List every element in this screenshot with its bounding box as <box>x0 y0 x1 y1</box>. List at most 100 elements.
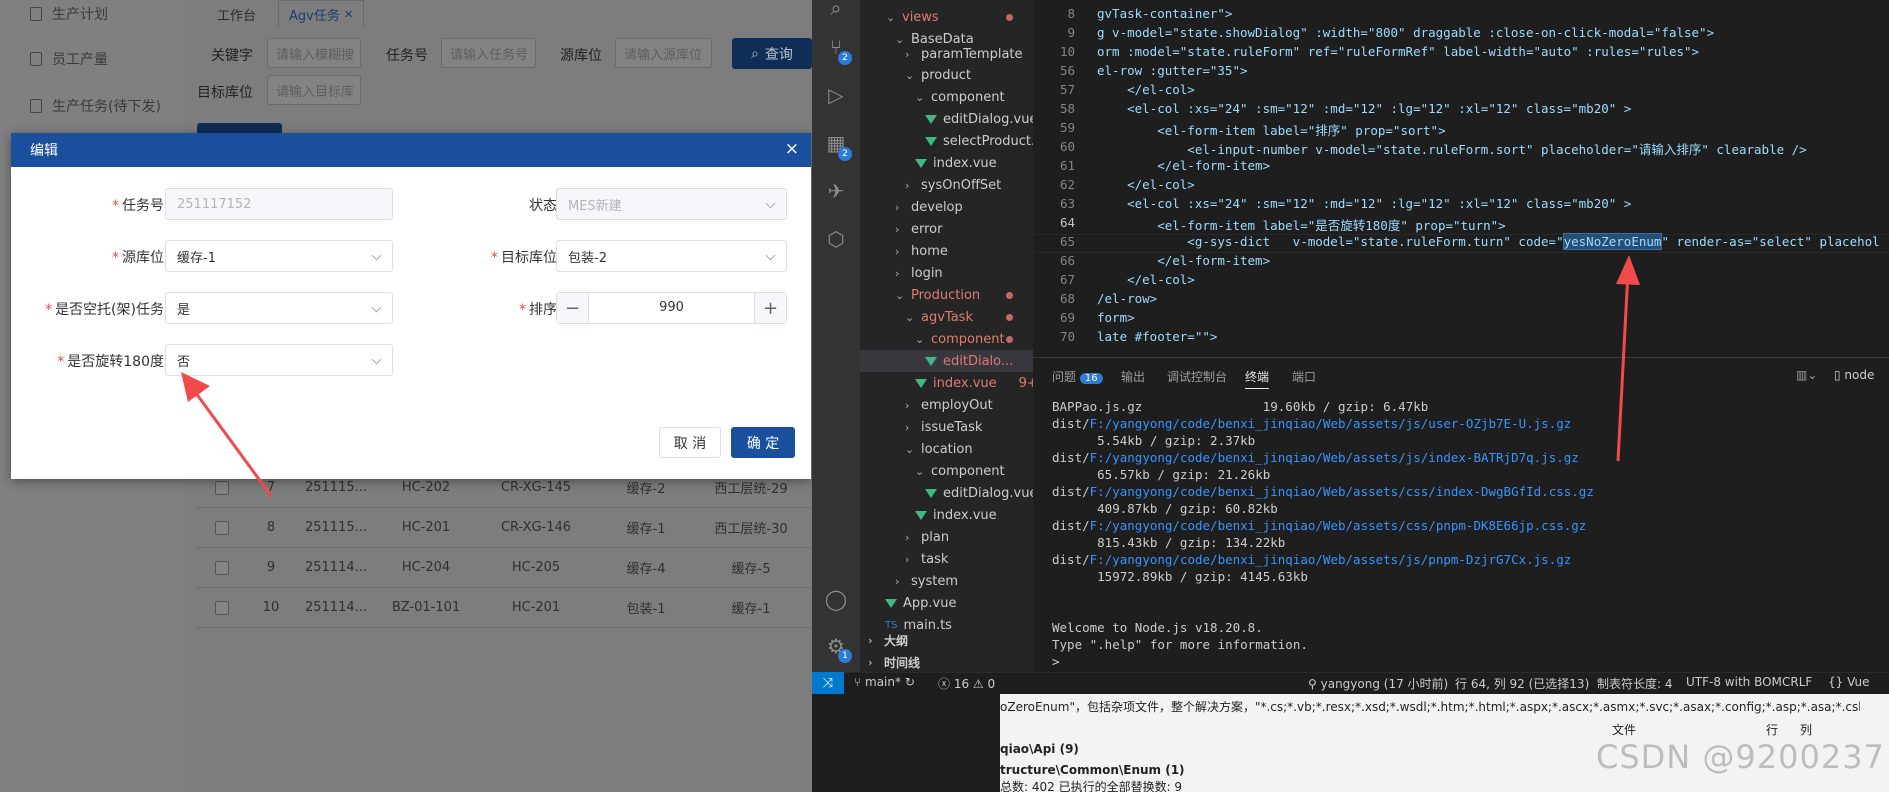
language-mode[interactable]: {} Vue <box>1828 675 1869 689</box>
dialog-header[interactable]: 编辑 × <box>11 133 811 167</box>
sidebar-item-employee-output[interactable]: 员工产量 <box>30 49 108 69</box>
sort-stepper[interactable]: − 990 + <box>556 292 787 324</box>
tree-file-app[interactable]: App.vue <box>885 596 956 611</box>
git-blame[interactable]: ⚲ yangyong (17 小时前) <box>1308 675 1448 692</box>
table-row[interactable]: 8 251115... HC-201 CR-XG-146 缓存-1 西工层统-3… <box>196 508 812 548</box>
column-col[interactable]: 列 <box>1800 721 1812 738</box>
decrement-button[interactable]: − <box>557 293 589 323</box>
status-select[interactable]: MES新建 <box>556 188 787 220</box>
tree-folder-location[interactable]: ⌄ location <box>905 442 973 457</box>
result-group[interactable]: qiao\Api (9) <box>1000 742 1079 756</box>
tree-folder-views[interactable]: ⌄ views <box>886 10 939 25</box>
tree-folder-employout[interactable]: › employOut <box>905 398 993 413</box>
terminal-file-link[interactable]: F:/yangyong/code/benxi_jinqiao/Web/asset… <box>1090 518 1587 533</box>
tree-file-editdialog[interactable]: editDialog.vue <box>925 112 1037 127</box>
code-line[interactable]: el-row :gutter="35"> <box>1097 63 1248 78</box>
timeline-section[interactable]: › 时间线 <box>868 654 920 671</box>
terminal-file-link[interactable]: F:/yangyong/code/benxi_jinqiao/Web/asset… <box>1090 416 1572 431</box>
row-checkbox[interactable] <box>215 601 229 615</box>
code-line[interactable]: </el-form-item> <box>1097 158 1270 173</box>
result-group[interactable]: tructure\Common\Enum (1) <box>1000 763 1185 777</box>
close-icon[interactable]: × <box>785 141 799 158</box>
empty-task-select[interactable]: 是 <box>165 292 393 324</box>
row-checkbox[interactable] <box>215 521 229 535</box>
code-line[interactable]: form> <box>1097 310 1135 325</box>
tree-folder-task[interactable]: › task <box>905 552 948 567</box>
column-line[interactable]: 行 <box>1766 721 1778 738</box>
code-line[interactable]: <el-input-number v-model="state.ruleForm… <box>1097 139 1806 158</box>
tree-file-location-index[interactable]: index.vue <box>915 508 997 523</box>
tree-folder-home[interactable]: › home <box>895 244 948 259</box>
search-icon[interactable]: ⌕ <box>824 0 848 20</box>
tab-output[interactable]: 输出 <box>1121 368 1145 385</box>
tree-folder-login[interactable]: › login <box>895 266 943 281</box>
code-line[interactable]: /el-row> <box>1097 291 1157 306</box>
code-line[interactable]: gvTask-container"> <box>1097 6 1232 21</box>
tree-file-selectproduct[interactable]: selectProduct.... <box>925 134 1048 149</box>
sort-value[interactable]: 990 <box>589 293 754 323</box>
confirm-button[interactable]: 确 定 <box>731 427 795 458</box>
close-icon[interactable]: ✕ <box>344 8 353 21</box>
tab-agv-task[interactable]: Agv任务 ✕ <box>278 0 365 28</box>
tree-folder-error[interactable]: › error <box>895 222 942 237</box>
code-line[interactable]: <el-form-item label="是否旋转180度" prop="tur… <box>1097 215 1505 234</box>
problems-indicator[interactable]: ⓧ 16 ⚠ 0 <box>938 675 995 692</box>
tree-file-location-editdialog[interactable]: editDialog.vue <box>925 486 1037 501</box>
sidebar-item-production-plan[interactable]: 生产计划 <box>30 4 108 24</box>
tab-workbench[interactable]: 工作台 <box>207 0 266 28</box>
code-line[interactable]: g v-model="state.showDialog" :width="800… <box>1097 25 1714 40</box>
task-no-input[interactable]: 请输入任务号 <box>441 38 536 68</box>
remote-icon[interactable]: ✈ <box>824 179 848 203</box>
cancel-button[interactable]: 取 消 <box>659 427 721 458</box>
table-row[interactable]: 10 251114... BZ-01-101 HC-201 包装-1 缓存-1 <box>196 588 812 628</box>
source-input[interactable]: 请输入源库位 <box>615 38 712 68</box>
keyword-input[interactable]: 请输入模糊搜 <box>267 38 361 68</box>
tree-folder-issuetask[interactable]: › issueTask <box>905 420 982 435</box>
tree-file-agv-editdialog[interactable]: editDialo...4 <box>925 354 1042 369</box>
account-icon[interactable]: ◯ <box>824 587 848 611</box>
tree-folder-sysonoffset[interactable]: › sysOnOffSet <box>905 178 1001 193</box>
terminal-file-link[interactable]: F:/yangyong/code/benxi_jinqiao/Web/asset… <box>1090 552 1572 567</box>
code-line[interactable]: </el-col> <box>1097 272 1195 287</box>
encoding-setting[interactable]: UTF-8 with BOM <box>1686 675 1782 689</box>
turn-select[interactable]: 否 <box>165 344 393 376</box>
tree-folder-system[interactable]: › system <box>895 574 958 589</box>
tree-folder-paramtemplate[interactable]: › paramTemplate <box>905 47 1023 62</box>
table-row[interactable]: 9 251114... HC-204 HC-205 缓存-4 缓存-5 <box>196 548 812 588</box>
branch-indicator[interactable]: ⑂ main* ↻ <box>854 675 915 689</box>
tree-folder-basedata[interactable]: ⌄ BaseData <box>895 32 974 47</box>
split-layout-icon[interactable]: ▥⌄ <box>1796 368 1817 382</box>
code-line[interactable]: <el-col :xs="24" :sm="12" :md="12" :lg="… <box>1097 101 1631 116</box>
tree-folder-product[interactable]: ⌄ product <box>905 68 971 83</box>
tree-file-index[interactable]: index.vue <box>915 156 997 171</box>
target-select[interactable]: 包装-2 <box>556 240 787 272</box>
row-checkbox[interactable] <box>215 481 229 495</box>
tree-folder-develop[interactable]: › develop <box>895 200 963 215</box>
terminal-node-label[interactable]: ▯ node <box>1834 368 1874 382</box>
cursor-position[interactable]: 行 64, 列 92 (已选择13) <box>1455 675 1589 692</box>
tab-problems[interactable]: 问题 16 <box>1052 368 1103 385</box>
tree-folder-agv-component[interactable]: ⌄ component <box>915 332 1005 347</box>
code-line[interactable]: <el-form-item label="排序" prop="sort"> <box>1097 120 1445 139</box>
row-checkbox[interactable] <box>215 561 229 575</box>
sidebar-item-production-task[interactable]: 生产任务(待下发) <box>30 96 161 116</box>
code-line[interactable]: late #footer=""> <box>1097 329 1217 344</box>
tree-folder-location-component[interactable]: ⌄ component <box>915 464 1005 479</box>
code-line[interactable]: <g-sys-dict v-model="state.ruleForm.turn… <box>1097 233 1880 250</box>
code-line[interactable]: <el-col :xs="24" :sm="12" :md="12" :lg="… <box>1097 196 1631 211</box>
outline-section[interactable]: › 大纲 <box>868 632 908 649</box>
tree-folder-component[interactable]: ⌄ component <box>915 90 1005 105</box>
search-button[interactable]: ⌕ 查询 <box>732 38 812 69</box>
column-file[interactable]: 文件 <box>1612 721 1636 738</box>
code-line[interactable]: </el-form-item> <box>1097 253 1270 268</box>
remote-indicator-icon[interactable]: ⤨ <box>812 672 844 694</box>
code-line[interactable]: </el-col> <box>1097 82 1195 97</box>
tree-folder-production[interactable]: ⌄ Production <box>895 288 980 303</box>
tree-folder-plan[interactable]: › plan <box>905 530 949 545</box>
run-debug-icon[interactable]: ▷ <box>824 83 848 107</box>
target-input[interactable]: 请输入目标库 <box>267 75 361 105</box>
indent-setting[interactable]: 制表符长度: 4 <box>1597 675 1673 692</box>
source-select[interactable]: 缓存-1 <box>165 240 393 272</box>
terminal-file-link[interactable]: F:/yangyong/code/benxi_jinqiao/Web/asset… <box>1090 484 1594 499</box>
tree-file-main-ts[interactable]: TS main.ts <box>885 618 952 633</box>
